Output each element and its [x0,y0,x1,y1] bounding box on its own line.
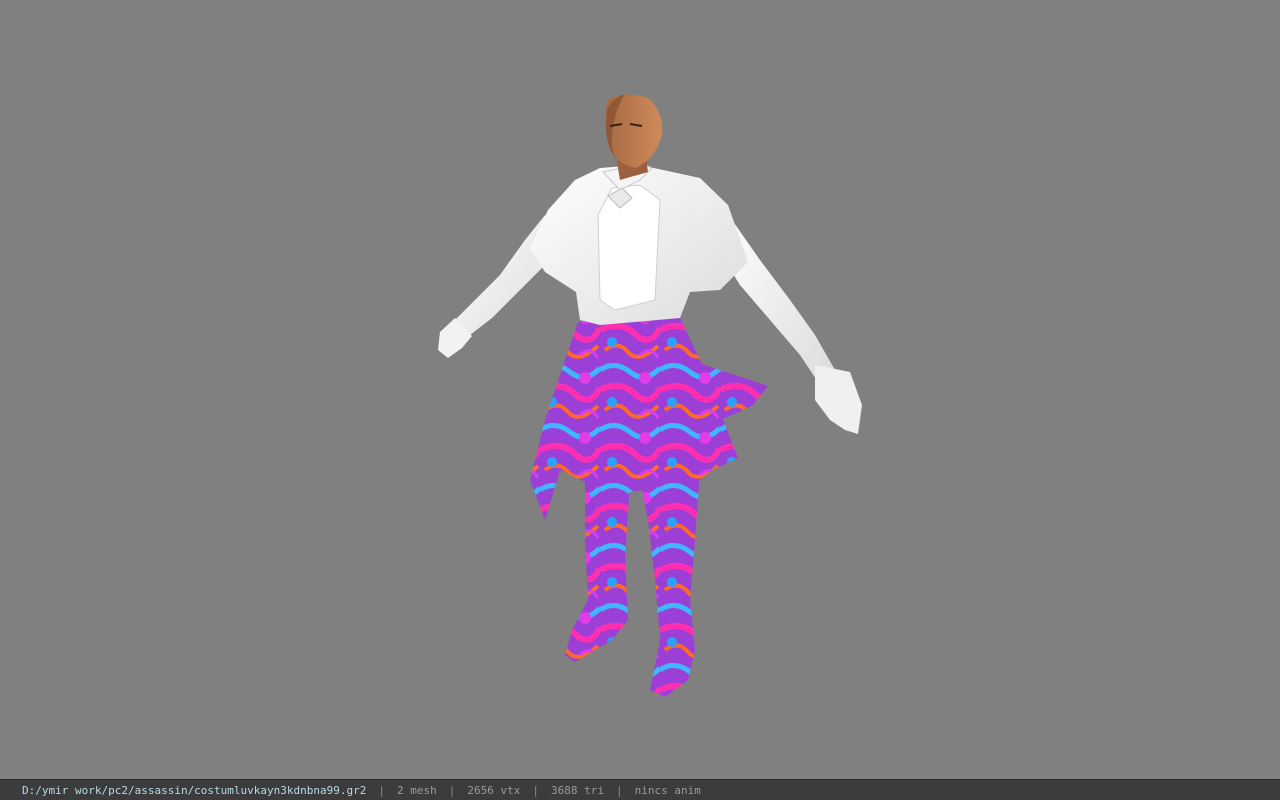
left-arm [455,215,548,335]
left-leg [565,480,630,662]
separator: | [532,783,539,797]
character-model [438,94,862,697]
separator: | [448,783,456,797]
right-leg [640,470,700,697]
animation-status: nincs anim [634,783,701,797]
vertex-count: 2656 vtx [467,783,521,797]
file-path: D:/ymir work/pc2/assassin/costumluvkayn3… [22,783,367,797]
status-bar: D:/ymir work/pc2/assassin/costumluvkayn3… [0,779,1280,800]
triangle-count: 3688 tri [550,783,604,797]
mesh-count: 2 mesh [397,783,437,797]
3d-viewport[interactable] [0,0,1280,779]
separator: | [615,783,623,797]
right-hand [815,365,862,434]
shirt-front [597,184,661,311]
hip-wrap [530,318,738,520]
separator: | [378,783,385,797]
